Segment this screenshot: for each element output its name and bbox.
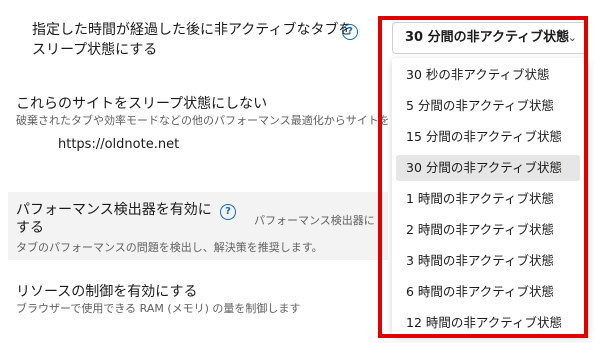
perf-detector-title-line2: する (16, 220, 44, 236)
resource-limit-title: リソースの制御を有効にする (16, 284, 198, 300)
perf-detector-note: パフォーマンス検出器に (254, 214, 375, 227)
help-icon[interactable]: ? (220, 204, 236, 220)
perf-detector-title-line1: パフォーマンス検出器を有効に (16, 202, 212, 218)
help-icon[interactable]: ? (342, 24, 358, 40)
highlight-frame (378, 16, 588, 338)
resource-limit-desc: ブラウザーで使用できる RAM (メモリ) の量を制御します (16, 302, 301, 315)
sleep-after-title-line1: 指定した時間が経過した後に非アクティブなタブを (32, 22, 353, 38)
never-sleep-title: これらのサイトをスリープ状態にしない (16, 96, 268, 112)
perf-detector-desc: タブのパフォーマンスの問題を検出し、解決策を推奨します。 (16, 241, 323, 254)
sleep-after-title-line2: スリープ状態にする (32, 42, 158, 58)
site-url: https://oldnote.net (58, 137, 180, 152)
never-sleep-desc: 破棄されたタブや効率モードなどの他のパフォーマンス最適化からサイトを (16, 114, 388, 127)
